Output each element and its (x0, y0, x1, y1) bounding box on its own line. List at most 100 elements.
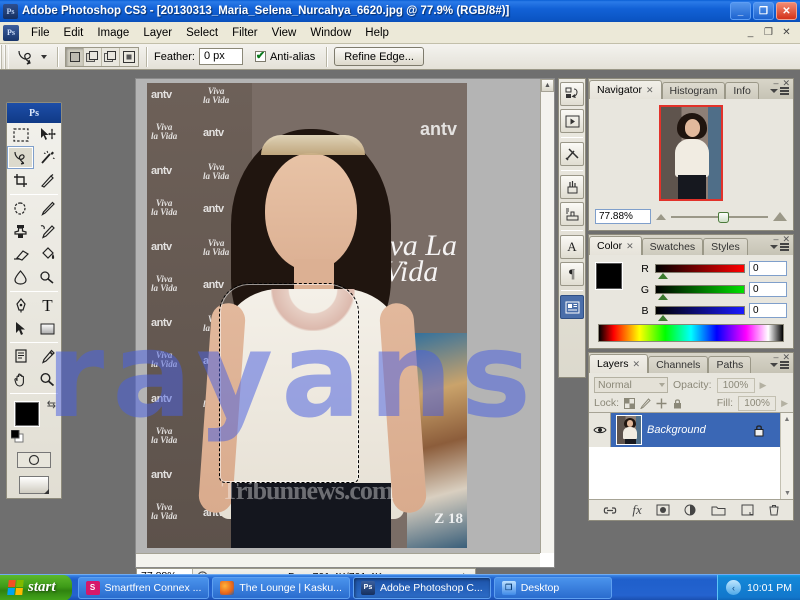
tool-marquee[interactable] (7, 123, 34, 146)
taskbar-item-smartfren[interactable]: S Smartfren Connex ... (77, 576, 210, 599)
doc-minimize-button[interactable]: _ (743, 26, 758, 40)
tab-info[interactable]: Info (725, 82, 759, 99)
close-icon[interactable]: ✕ (633, 359, 641, 370)
navigator-thumbnail[interactable] (659, 105, 723, 201)
menu-image[interactable]: Image (90, 24, 136, 42)
channel-g-knob[interactable] (658, 294, 668, 300)
history-icon[interactable] (560, 82, 584, 106)
tool-shape[interactable] (34, 317, 61, 340)
character-icon[interactable]: A (560, 235, 584, 259)
tool-slice[interactable] (34, 169, 61, 192)
brushes-icon[interactable] (560, 175, 584, 199)
tool-crop[interactable] (7, 169, 34, 192)
new-layer-icon[interactable] (741, 504, 754, 516)
channel-b-value[interactable]: 0 (749, 303, 787, 318)
zoom-in-icon[interactable] (773, 212, 787, 221)
layer-name[interactable]: Background (647, 424, 706, 436)
tool-pen[interactable] (7, 294, 34, 317)
lock-position-icon[interactable] (656, 398, 667, 409)
tool-lasso[interactable] (7, 146, 34, 169)
menu-help[interactable]: Help (358, 24, 396, 42)
channel-g-slider[interactable] (655, 285, 745, 300)
menu-file[interactable]: File (24, 24, 57, 42)
fill-value[interactable]: 100% (738, 395, 777, 411)
menu-filter[interactable]: Filter (225, 24, 265, 42)
delete-layer-icon[interactable] (768, 504, 780, 516)
slider-knob[interactable] (717, 212, 729, 223)
layer-comps-icon[interactable] (560, 295, 584, 319)
tool-paint-bucket[interactable] (34, 243, 61, 266)
channel-g-value[interactable]: 0 (749, 282, 787, 297)
layers-panel-menu-button[interactable] (770, 361, 789, 369)
close-button[interactable]: ✕ (776, 2, 797, 20)
doc-close-button[interactable]: ✕ (779, 26, 794, 40)
clone-source-icon[interactable] (560, 202, 584, 226)
default-colors-icon[interactable] (11, 430, 24, 443)
tool-notes[interactable] (7, 345, 34, 368)
tool-eyedropper[interactable] (34, 345, 61, 368)
adjustment-layer-icon[interactable] (684, 504, 697, 516)
opacity-value[interactable]: 100% (716, 377, 755, 393)
tab-histogram[interactable]: Histogram (661, 82, 726, 99)
menu-select[interactable]: Select (179, 24, 225, 42)
tool-healing-brush[interactable] (7, 197, 34, 220)
table-row[interactable]: Background (589, 413, 793, 447)
tab-navigator[interactable]: Navigator ✕ (589, 80, 662, 99)
canvas-area[interactable]: antv Viva la Vida Viva la Vida antv antv V… (136, 79, 540, 553)
tab-channels[interactable]: Channels (648, 356, 709, 373)
menu-layer[interactable]: Layer (136, 24, 179, 42)
color-foreground-swatch[interactable] (596, 263, 622, 289)
scroll-down-arrow-icon[interactable]: ▼ (781, 487, 794, 499)
layer-style-icon[interactable]: fx (632, 502, 641, 518)
swap-colors-icon[interactable]: ⇆ (47, 398, 56, 411)
layer-thumbnail[interactable] (616, 415, 642, 445)
tool-magic-wand[interactable] (34, 146, 61, 169)
lock-image-icon[interactable] (640, 397, 651, 409)
app-menu-icon[interactable]: Ps (3, 24, 19, 41)
add-to-selection-button[interactable] (84, 47, 102, 66)
menu-view[interactable]: View (265, 24, 304, 42)
scroll-up-arrow-icon[interactable]: ▲ (541, 79, 554, 92)
taskbar-item-photoshop[interactable]: Ps Adobe Photoshop C... (352, 576, 491, 599)
document-image[interactable]: antv Viva la Vida Viva la Vida antv antv V… (147, 83, 467, 548)
channel-r-slider[interactable] (655, 264, 745, 279)
current-tool-button[interactable] (13, 48, 50, 66)
tool-preset-chevron-icon[interactable] (41, 54, 47, 59)
channel-b-slider[interactable] (655, 306, 745, 321)
start-button[interactable]: start (0, 574, 72, 600)
options-bar-grip[interactable] (0, 44, 9, 69)
color-panel-menu-button[interactable] (770, 243, 789, 251)
tool-dodge[interactable] (34, 266, 61, 289)
lock-all-icon[interactable] (672, 398, 683, 409)
tool-blur[interactable] (7, 266, 34, 289)
color-spectrum-ramp[interactable] (598, 324, 784, 342)
navigator-panel-menu-button[interactable] (770, 87, 789, 95)
tab-swatches[interactable]: Swatches (641, 238, 704, 255)
menu-edit[interactable]: Edit (57, 24, 91, 42)
tool-presets-icon[interactable] (560, 142, 584, 166)
tool-move[interactable] (34, 123, 61, 146)
toolbox-header[interactable]: Ps (7, 103, 61, 123)
canvas-horizontal-scrollbar[interactable] (136, 553, 540, 567)
opacity-scrubber-icon[interactable]: ▶ (760, 380, 767, 391)
show-hidden-icons[interactable]: ‹ (726, 580, 742, 595)
tool-path-selection[interactable] (7, 317, 34, 340)
lock-transparent-icon[interactable] (624, 397, 636, 409)
tool-history-brush[interactable] (34, 220, 61, 243)
doc-restore-button[interactable]: ❐ (761, 26, 776, 40)
blend-mode-select[interactable]: Normal (594, 377, 668, 393)
minimize-button[interactable]: _ (730, 2, 751, 20)
layer-mask-icon[interactable] (656, 504, 670, 516)
fill-scrubber-icon[interactable]: ▶ (781, 398, 788, 409)
tab-color[interactable]: Color ✕ (589, 236, 642, 255)
foreground-color-swatch[interactable] (15, 402, 39, 426)
feather-input[interactable]: 0 px (198, 48, 243, 65)
channel-r-value[interactable]: 0 (749, 261, 787, 276)
new-selection-button[interactable] (66, 47, 84, 66)
clock[interactable]: 10:01 PM (747, 582, 792, 594)
tool-clone-stamp[interactable] (7, 220, 34, 243)
marching-ants-selection[interactable] (219, 283, 359, 483)
channel-b-knob[interactable] (658, 315, 668, 321)
layer-list-scrollbar[interactable]: ▲ ▼ (780, 413, 793, 499)
navigator-zoom-slider[interactable] (671, 210, 768, 223)
